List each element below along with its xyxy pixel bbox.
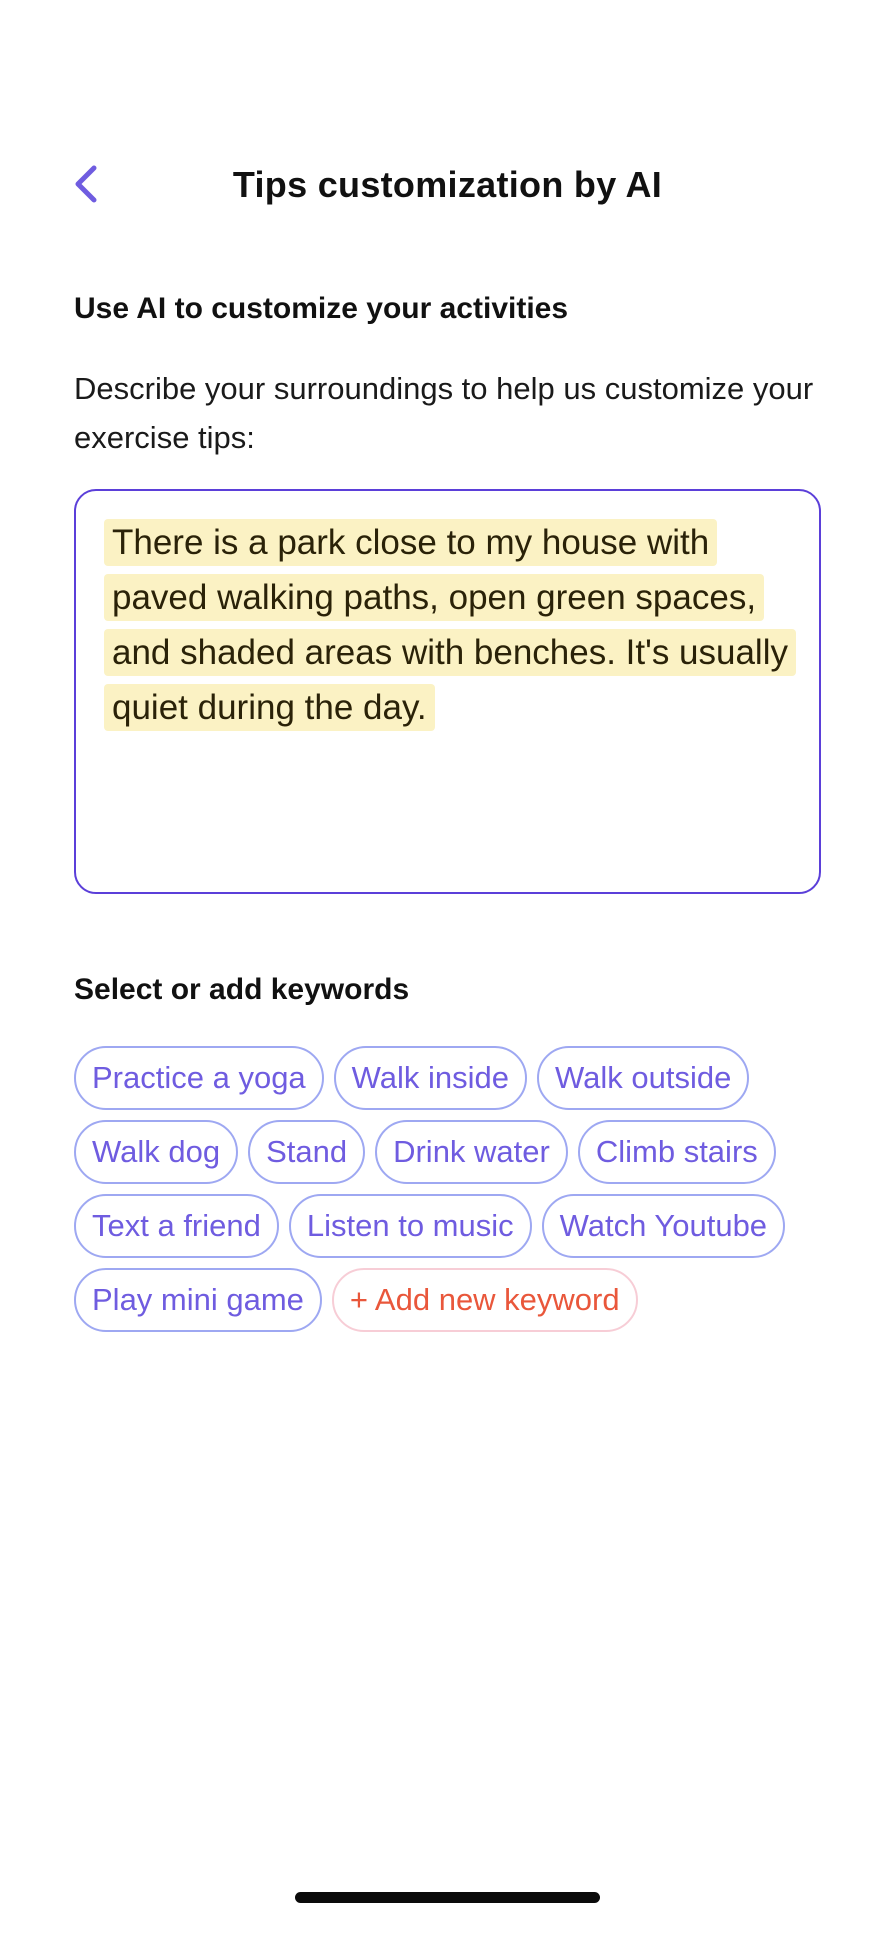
keywords-section-heading: Select or add keywords [74, 973, 410, 1006]
keyword-chip[interactable]: Watch Youtube [541, 1194, 786, 1258]
header: Tips customization by AI [0, 150, 895, 220]
ai-section-heading: Use AI to customize your activities [74, 292, 569, 325]
keyword-chip[interactable]: Climb stairs [577, 1120, 776, 1184]
keyword-chip[interactable]: Drink water [375, 1120, 568, 1184]
page-title: Tips customization by AI [232, 164, 663, 205]
keyword-chip[interactable]: Play mini game [74, 1268, 322, 1332]
keyword-chip[interactable]: Practice a yoga [74, 1046, 324, 1110]
surroundings-textarea[interactable]: There is a park close to my house with p… [74, 489, 821, 894]
ai-section-description: Describe your surroundings to help us cu… [74, 371, 814, 455]
add-keyword-button[interactable]: + Add new keyword [331, 1268, 638, 1332]
home-indicator [295, 1892, 600, 1903]
surroundings-text[interactable]: There is a park close to my house with p… [104, 515, 796, 735]
keyword-chip[interactable]: Stand [248, 1120, 366, 1184]
keyword-chip[interactable]: Walk inside [333, 1046, 528, 1110]
keyword-chip-list: Practice a yoga Walk inside Walk outside… [74, 1046, 854, 1332]
keyword-chip[interactable]: Text a friend [74, 1194, 279, 1258]
keyword-chip[interactable]: Walk dog [74, 1120, 239, 1184]
surroundings-text-value: There is a park close to my house with p… [104, 519, 796, 731]
keyword-chip[interactable]: Listen to music [288, 1194, 532, 1258]
keyword-chip[interactable]: Walk outside [537, 1046, 750, 1110]
